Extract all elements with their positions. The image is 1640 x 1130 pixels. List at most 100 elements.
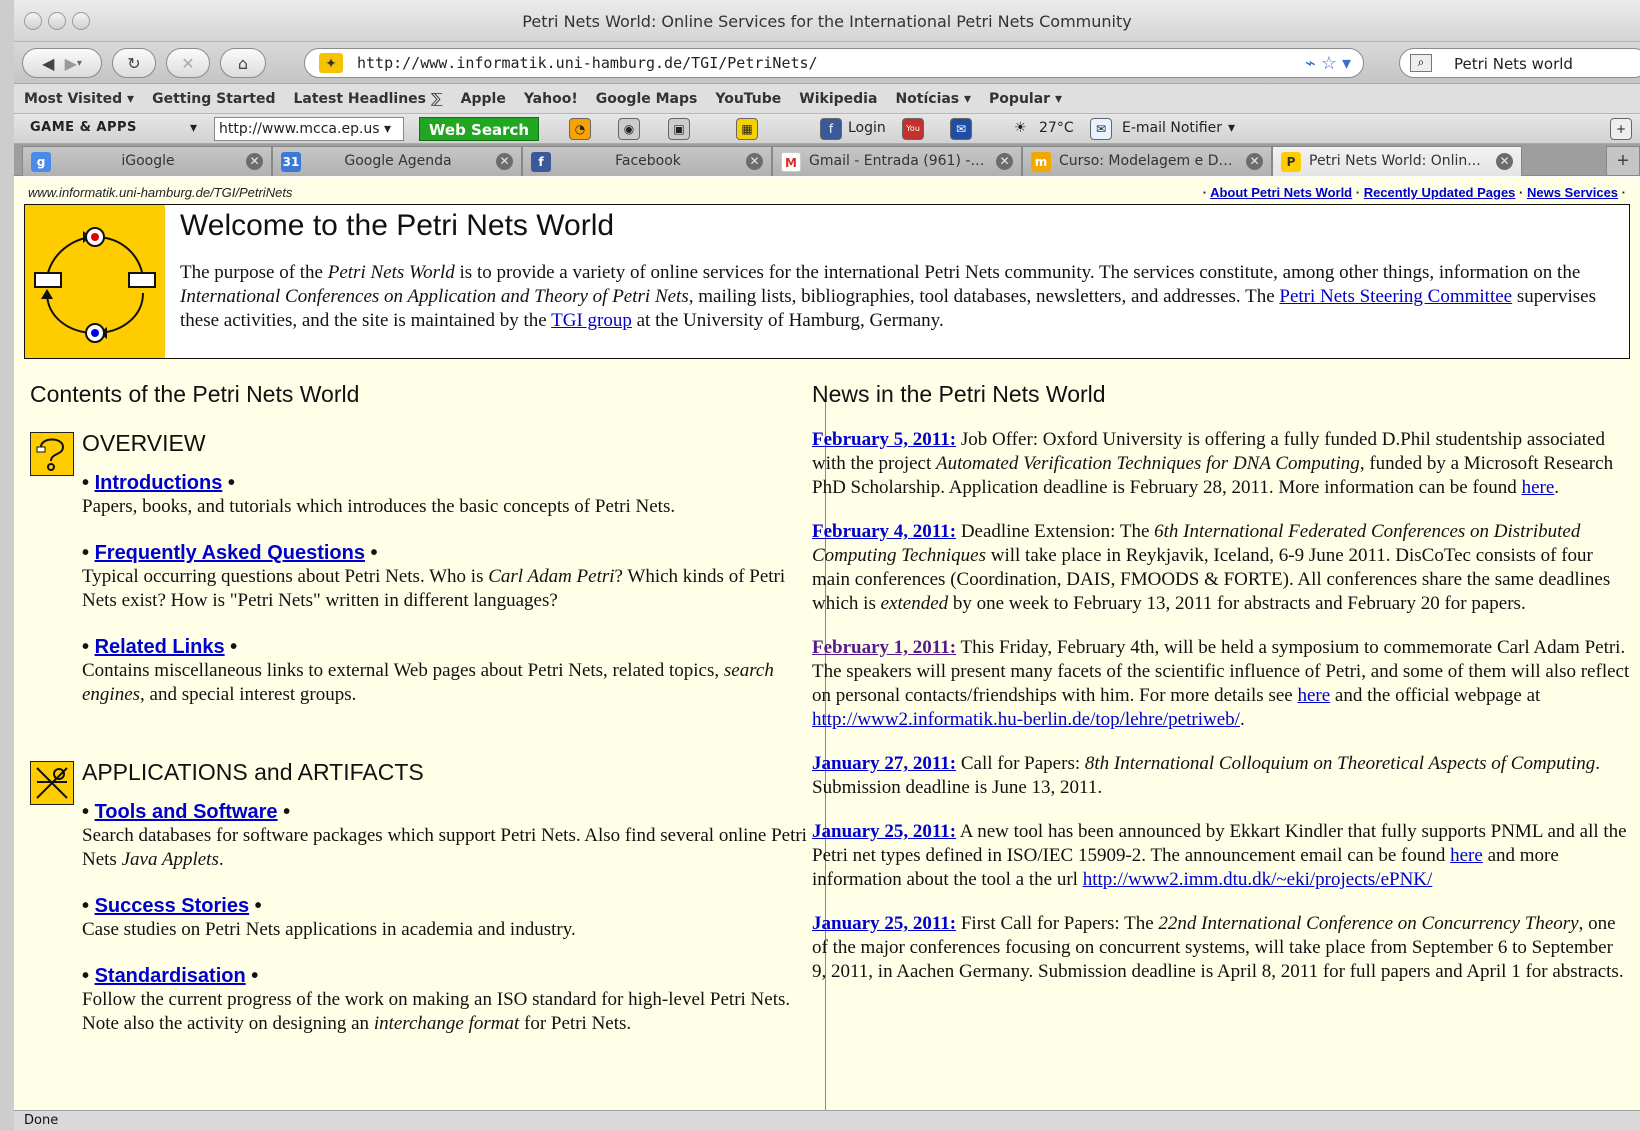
addon-toolbar: GAME & APPS ▾ http://www.mcca.ep.us ▾ We… [14,114,1640,144]
news-services-link[interactable]: News Services [1527,185,1618,200]
item-description: Case studies on Petri Nets applications … [82,919,576,940]
related-links-link[interactable]: Related Links [95,636,225,658]
search-bar[interactable]: ⌕ Petri Nets world ⌕ [1399,48,1640,78]
steering-committee-link[interactable]: Petri Nets Steering Committee [1279,286,1512,307]
item-description: Typical occurring questions about Petri … [82,566,786,611]
bookmark-wikipedia[interactable]: Wikipedia [799,91,877,107]
contents-heading: Contents of the Petri Nets World [30,381,360,407]
tab-petri-nets-world[interactable]: P Petri Nets World: Onlin... ✕ [1272,146,1522,176]
navigation-toolbar: ◀ ▶ ▾ ↻ ✕ ⌂ ✦ http://www.informatik.uni-h… [14,42,1640,84]
toolbar-url-field[interactable]: http://www.mcca.ep.us ▾ [214,117,404,141]
weather-sun-icon: ☀ [1014,120,1027,136]
weather-temperature[interactable]: 27°C [1039,120,1074,136]
game-icon[interactable]: ◉ [618,118,640,140]
messenger-icon[interactable]: ✉ [950,118,972,140]
web-search-button[interactable]: Web Search [419,117,539,141]
bookmark-apple[interactable]: Apple [461,91,506,107]
add-icon[interactable]: + [1610,118,1632,140]
news-item: January 25, 2011: First Call for Papers:… [812,913,1624,982]
introductions-link[interactable]: Introductions [95,472,223,494]
tab-gmail[interactable]: M Gmail - Entrada (961) - ... ✕ [772,146,1022,176]
overview-section: OVERVIEW • Introductions • Papers, books… [30,428,820,707]
site-favicon-icon: ✦ [319,53,343,73]
item-description: Contains miscellaneous links to external… [82,660,774,705]
tab-facebook[interactable]: f Facebook ✕ [522,146,772,176]
news-date-link[interactable]: February 4, 2011: [812,521,956,542]
recently-updated-link[interactable]: Recently Updated Pages [1364,185,1516,200]
close-icon[interactable]: ✕ [996,153,1013,170]
bookmark-popular[interactable]: Popular ▾ [989,91,1062,107]
home-icon: ⌂ [237,53,249,73]
tools-software-link[interactable]: Tools and Software [95,801,278,823]
chevron-down-icon[interactable]: ▾ [1228,120,1235,136]
applications-title: APPLICATIONS and ARTIFACTS [82,759,424,785]
bookmark-google-maps[interactable]: Google Maps [596,91,698,107]
reload-button[interactable]: ↻ [112,48,156,78]
news-date-link[interactable]: February 5, 2011: [812,429,956,450]
screen-icon[interactable]: ▣ [668,118,690,140]
youtube-icon[interactable]: You [902,118,924,140]
rss-bookmark-star-icon[interactable]: ⌁ ☆ ▾ [1305,53,1351,74]
about-link[interactable]: About Petri Nets World [1210,185,1352,200]
close-icon[interactable]: ✕ [496,153,513,170]
address-bar-url[interactable]: http://www.informatik.uni-hamburg.de/TGI… [357,54,818,72]
search-input[interactable]: Petri Nets world [1454,55,1573,73]
welcome-title: Welcome to the Petri Nets World [180,209,615,242]
tab-label: Petri Nets World: Onlin... [1309,153,1481,169]
home-button[interactable]: ⌂ [220,48,266,78]
news-date-link[interactable]: February 1, 2011: [812,637,956,658]
close-icon[interactable]: ✕ [746,153,763,170]
news-item: February 5, 2011: Job Offer: Oxford Univ… [812,429,1614,498]
applications-item-tools: • Tools and Software • Search databases … [82,800,820,872]
bookmark-getting-started[interactable]: Getting Started [152,91,275,107]
forward-arrow-icon[interactable]: ▶ [65,54,77,73]
item-description: Papers, books, and tutorials which intro… [82,496,676,517]
here-link[interactable]: here [1522,477,1555,498]
news-date-link[interactable]: January 27, 2011: [812,753,956,774]
address-bar[interactable]: ✦ http://www.informatik.uni-hamburg.de/T… [304,48,1364,78]
back-forward-button[interactable]: ◀ ▶ ▾ [22,48,102,78]
tab-igoogle[interactable]: g iGoogle ✕ [22,146,272,176]
petriweb-link[interactable]: http://www2.informatik.hu-berlin.de/top/… [812,709,1240,730]
close-icon[interactable]: ✕ [1496,153,1513,170]
search-engine-icon[interactable]: ⌕ [1410,54,1432,72]
bookmark-yahoo[interactable]: Yahoo! [524,91,578,107]
bookmark-noticias[interactable]: Notícias ▾ [895,91,971,107]
chevron-down-icon[interactable]: ▾ [190,120,197,136]
close-icon[interactable]: ✕ [1246,153,1263,170]
contents-column: Contents of the Petri Nets World OVERVIE… [30,377,820,1058]
back-arrow-icon[interactable]: ◀ [42,54,54,73]
tab-strip: g iGoogle ✕ 31 Google Agenda ✕ f Faceboo… [14,144,1640,176]
epnk-link[interactable]: http://www2.imm.dtu.dk/~eki/projects/ePN… [1083,869,1433,890]
here-link[interactable]: here [1450,845,1483,866]
tab-label: Gmail - Entrada (961) - ... [809,153,987,169]
window-titlebar: Petri Nets World: Online Services for th… [14,0,1640,42]
login-label[interactable]: Login [848,120,886,136]
game-apps-brand[interactable]: GAME & APPS [30,120,137,135]
close-icon[interactable]: ✕ [246,153,263,170]
item-description: Search databases for software packages w… [82,825,807,870]
success-stories-link[interactable]: Success Stories [95,895,250,917]
bookmark-latest-headlines[interactable]: Latest Headlines ⅀ [293,91,442,107]
news-heading: News in the Petri Nets World [812,381,1106,407]
here-link[interactable]: here [1297,685,1330,706]
bookmark-most-visited[interactable]: Most Visited ▾ [24,91,134,107]
tab-google-agenda[interactable]: 31 Google Agenda ✕ [272,146,522,176]
standardisation-link[interactable]: Standardisation [95,965,246,987]
news-date-link[interactable]: January 25, 2011: [812,821,956,842]
stop-button[interactable]: ✕ [166,48,210,78]
faq-link[interactable]: Frequently Asked Questions [95,542,365,564]
status-bar: Done [14,1110,1640,1130]
email-icon[interactable]: ✉ [1090,118,1112,140]
clock-icon[interactable]: ◔ [569,118,591,140]
window-left-edge [0,0,14,1130]
bookmark-youtube[interactable]: YouTube [715,91,781,107]
tgi-group-link[interactable]: TGI group [551,310,632,331]
apps-icon[interactable]: ▦ [736,118,758,140]
news-date-link[interactable]: January 25, 2011: [812,913,956,934]
tab-curso[interactable]: m Curso: Modelagem e De... ✕ [1022,146,1272,176]
toolbar-url-value[interactable]: http://www.mcca.ep.us [219,121,380,137]
facebook-icon[interactable]: f [820,118,842,140]
new-tab-button[interactable]: + [1606,146,1640,176]
email-notifier-label[interactable]: E-mail Notifier [1122,120,1222,136]
